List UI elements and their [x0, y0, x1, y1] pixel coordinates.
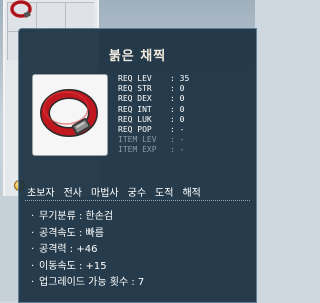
req-row: ITEM LEV: - — [118, 135, 185, 145]
req-row: ITEM EXP: - — [118, 145, 185, 155]
stat-list: · 무기분류 : 한손검 · 공격속도 : 빠름 · 공격력 : +46 · 이동속도 … — [31, 209, 251, 292]
req-row: REQ LEV: 35 — [118, 74, 190, 83]
red-whip-thumbnail-icon[interactable] — [9, 0, 35, 22]
req-row: REQ DEX: 0 — [118, 94, 185, 104]
stat-row: · 공격력 : +46 — [31, 244, 98, 256]
job-list: 초보자 전사 마법사 궁수 도적 해적 — [27, 184, 252, 199]
stat-row: · 무기분류 : 한손검 — [31, 211, 114, 222]
item-icon-frame — [32, 74, 108, 156]
job-bowman: 궁수 — [127, 188, 147, 199]
job-beginner: 초보자 — [27, 188, 55, 199]
inventory-slot[interactable] — [65, 2, 94, 31]
req-row: REQ LUK: 0 — [118, 114, 185, 124]
red-whip-icon — [40, 89, 98, 137]
req-row: REQ POP: - — [118, 125, 185, 135]
item-name: 붉은 채찍 — [108, 49, 167, 64]
job-pirate: 해적 — [182, 188, 201, 199]
job-thief: 도적 — [155, 188, 174, 199]
stat-row: · 공격속도 : 빠름 — [31, 227, 104, 239]
requirement-list: REQ LEV: 35 REQ STR: 0 REQ DEX: 0 REQ IN… — [118, 74, 248, 156]
req-row: REQ STR: 0 — [118, 84, 185, 94]
divider — [25, 200, 250, 201]
req-row: REQ INT: 0 — [118, 104, 185, 114]
stat-row: · 이동속도 : +15 — [31, 260, 107, 272]
item-tooltip: 붉은 채찍 REQ LEV: 35 REQ STR: 0 REQ DEX: 0 … — [18, 28, 257, 303]
job-warrior: 전사 — [63, 188, 83, 199]
stat-row: · 업그레이드 가능 횟수 : 7 — [31, 277, 145, 289]
job-magician: 마법사 — [91, 188, 119, 199]
